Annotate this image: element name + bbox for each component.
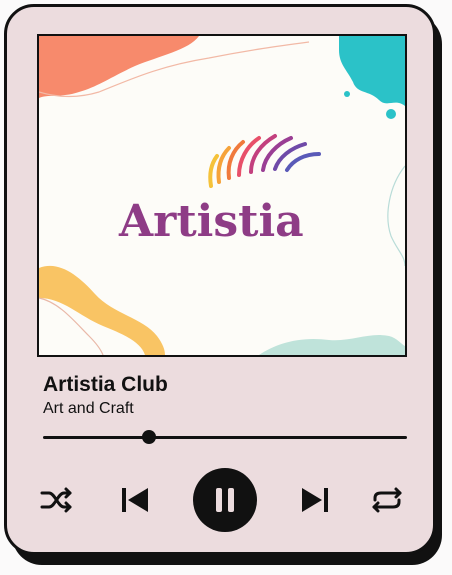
shuffle-icon xyxy=(40,487,72,513)
album-artwork: Artistia xyxy=(37,34,407,357)
artistia-logo: Artistia xyxy=(119,196,304,247)
shuffle-button[interactable] xyxy=(37,483,77,517)
skip-previous-icon xyxy=(122,488,148,512)
pause-icon xyxy=(216,488,234,512)
track-title: Artistia Club xyxy=(43,373,168,396)
skip-next-icon xyxy=(302,488,328,512)
play-pause-button[interactable] xyxy=(193,468,257,532)
progress-bar[interactable] xyxy=(43,430,407,444)
music-player-card: Artistia Artistia Club Art and Craft xyxy=(4,4,436,555)
next-button[interactable] xyxy=(295,483,335,517)
repeat-button[interactable] xyxy=(367,483,407,517)
track-artist: Art and Craft xyxy=(43,400,134,417)
repeat-icon xyxy=(372,487,402,513)
progress-thumb[interactable] xyxy=(141,430,156,444)
previous-button[interactable] xyxy=(115,483,155,517)
